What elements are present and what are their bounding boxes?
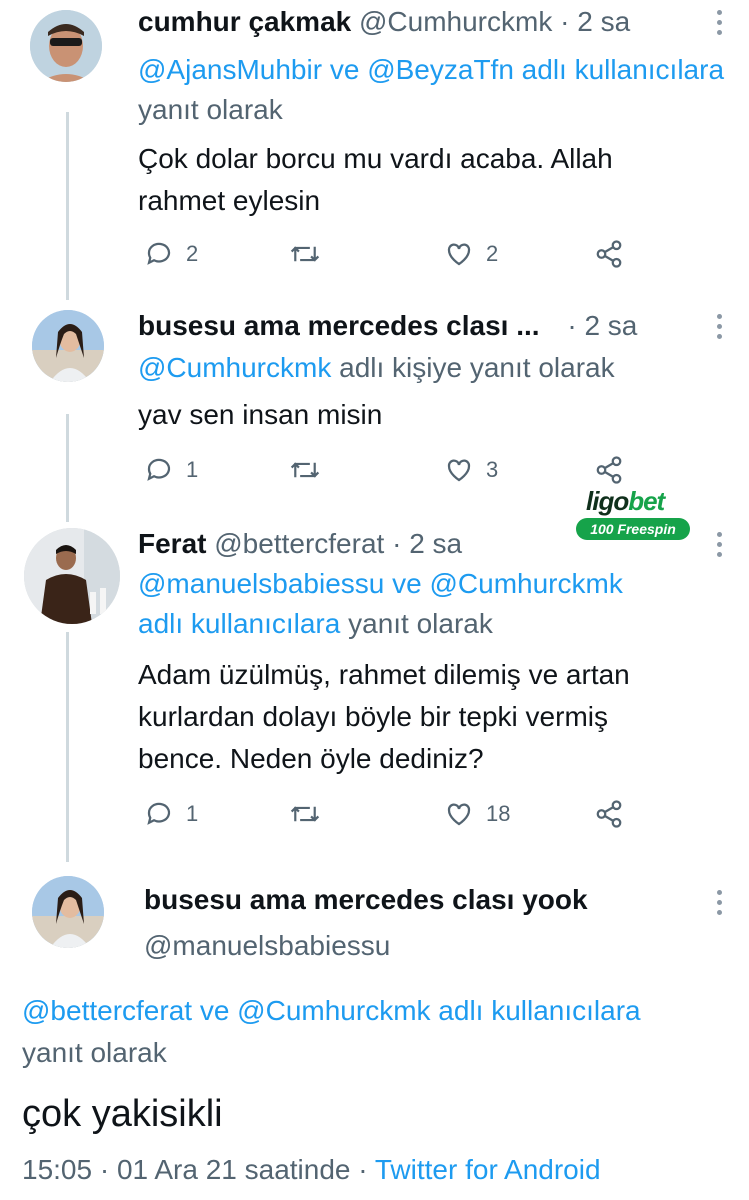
reply-icon (147, 242, 171, 265)
main-time: 15:05 (22, 1154, 93, 1185)
like-button[interactable]: 3 (444, 450, 498, 490)
reply-button[interactable]: 1 (144, 450, 198, 490)
timestamp[interactable]: 2 sa (584, 310, 637, 341)
ad-brand: ligobet (586, 486, 665, 516)
tweet-text: Adam üzülmüş, rahmet dilemiş ve artan ku… (138, 654, 630, 780)
tweet-3[interactable]: Ferat @bettercferat · 2 sa @manuelsbabie… (0, 524, 749, 864)
action-bar: 1 3 (138, 450, 638, 490)
tweet-text-line: kurlardan dolayı böyle bir tepki vermiş (138, 701, 608, 732)
like-count: 18 (486, 801, 511, 826)
handle[interactable]: @Cumhurckmk (359, 6, 552, 37)
mention-link[interactable]: @Cumhurckmk (429, 568, 622, 599)
separator: · (567, 310, 585, 341)
more-icon[interactable] (717, 532, 723, 562)
tweet-text-line: yav sen insan misin (138, 399, 383, 430)
reply-suffix: yanıt olarak (340, 608, 493, 639)
retweet-icon (290, 806, 320, 822)
like-icon (447, 459, 471, 482)
reply-context: @AjansMuhbir ve @BeyzaTfn adlı kullanıcı… (138, 50, 749, 130)
tweet-text-line: Çok dolar borcu mu vardı acaba. Allah (138, 143, 613, 174)
timestamp[interactable]: 2 sa (409, 528, 462, 559)
avatar[interactable] (32, 310, 104, 382)
tweet-text-line: bence. Neden öyle dediniz? (138, 743, 484, 774)
main-handle[interactable]: @manuelsbabiessu (144, 926, 390, 966)
reply-icon (147, 802, 171, 825)
main-reply-context: @bettercferat ve @Cumhurckmk adlı kullan… (22, 990, 732, 1074)
reply-button[interactable]: 2 (144, 234, 198, 274)
share-icon (596, 240, 622, 268)
share-button[interactable] (594, 794, 624, 834)
tweet-2[interactable]: busesu ama mercedes clası ... · 2 sa @Cu… (0, 306, 749, 502)
like-icon (447, 243, 471, 266)
share-button[interactable] (594, 234, 624, 274)
retweet-button[interactable] (288, 234, 322, 274)
reply-count: 1 (186, 801, 199, 826)
like-button[interactable]: 18 (444, 794, 510, 834)
main-reply-suffix: yanıt olarak (22, 1037, 167, 1068)
mention-link[interactable]: @Cumhurckmk (138, 352, 331, 383)
tweet-text: Çok dolar borcu mu vardı acaba. Allah ra… (138, 138, 613, 222)
retweet-icon (290, 246, 320, 262)
separator: · (92, 1154, 117, 1185)
more-icon[interactable] (717, 890, 723, 920)
like-count: 3 (486, 457, 499, 482)
more-icon[interactable] (717, 10, 723, 40)
tweet-1[interactable]: cumhur çakmak @Cumhurckmk · 2 sa @AjansM… (0, 0, 749, 300)
handle[interactable]: @bettercferat (214, 528, 384, 559)
main-tweet-text: çok yakisikli (22, 1093, 223, 1135)
reply-users-link[interactable]: adlı kullanıcılara (514, 54, 724, 85)
reply-joiner: ve (384, 568, 430, 599)
tweet-text: yav sen insan misin (138, 394, 382, 436)
display-name[interactable]: cumhur çakmak (138, 6, 351, 37)
main-source-link[interactable]: Twitter for Android (375, 1154, 601, 1185)
retweet-icon (290, 462, 320, 478)
reply-icon (147, 458, 171, 481)
share-button[interactable] (594, 450, 624, 490)
separator: · (350, 1154, 375, 1185)
like-icon (447, 803, 471, 826)
display-name[interactable]: Ferat (138, 528, 206, 559)
action-bar: 2 2 (138, 234, 638, 274)
separator: · (384, 528, 410, 559)
reply-count: 2 (186, 241, 199, 266)
more-icon[interactable] (717, 314, 723, 344)
reply-joiner: ve (322, 54, 368, 85)
tweet-header: cumhur çakmak @Cumhurckmk · 2 sa (138, 2, 630, 42)
share-icon (596, 800, 622, 828)
tweet-header: busesu ama mercedes clası ... · 2 sa (138, 306, 637, 346)
main-avatar[interactable] (32, 876, 104, 948)
main-date: 01 Ara 21 saatinde (116, 1154, 351, 1185)
display-name[interactable]: busesu ama mercedes clası ... (138, 310, 540, 341)
timestamp[interactable]: 2 sa (577, 6, 630, 37)
share-icon (596, 456, 622, 484)
tweet-text-line: Adam üzülmüş, rahmet dilemiş ve artan (138, 659, 630, 690)
main-display-name[interactable]: busesu ama mercedes clası yook (144, 880, 588, 920)
action-bar: 1 18 (138, 794, 638, 834)
reply-context: @Cumhurckmk adlı kişiye yanıt olarak (138, 348, 615, 388)
reply-count: 1 (186, 457, 199, 482)
tweet-text-line: rahmet eylesin (138, 185, 321, 216)
reply-button[interactable]: 1 (144, 794, 198, 834)
mention-link[interactable]: @manuelsbabiessu (138, 568, 384, 599)
reply-users-link[interactable]: adlı kullanıcılara (138, 608, 340, 639)
like-button[interactable]: 2 (444, 234, 498, 274)
retweet-button[interactable] (288, 450, 322, 490)
retweet-button[interactable] (288, 794, 322, 834)
reply-context: @manuelsbabiessu ve @Cumhurckmk adlı kull… (138, 564, 718, 644)
like-count: 2 (486, 241, 499, 266)
separator: · (552, 6, 578, 37)
reply-suffix: adlı kişiye yanıt olarak (331, 352, 615, 383)
tweet-header: Ferat @bettercferat · 2 sa (138, 524, 462, 564)
mention-link[interactable]: @AjansMuhbir (138, 54, 322, 85)
avatar[interactable] (24, 528, 120, 624)
main-reply-mentions[interactable]: @bettercferat ve @Cumhurckmk adlı kullan… (22, 990, 732, 1032)
main-tweet-meta: 15:05 · 01 Ara 21 saatinde · Twitter for… (22, 1150, 601, 1190)
avatar[interactable] (30, 10, 102, 82)
mention-link[interactable]: @BeyzaTfn (367, 54, 514, 85)
reply-suffix: yanıt olarak (138, 94, 283, 125)
